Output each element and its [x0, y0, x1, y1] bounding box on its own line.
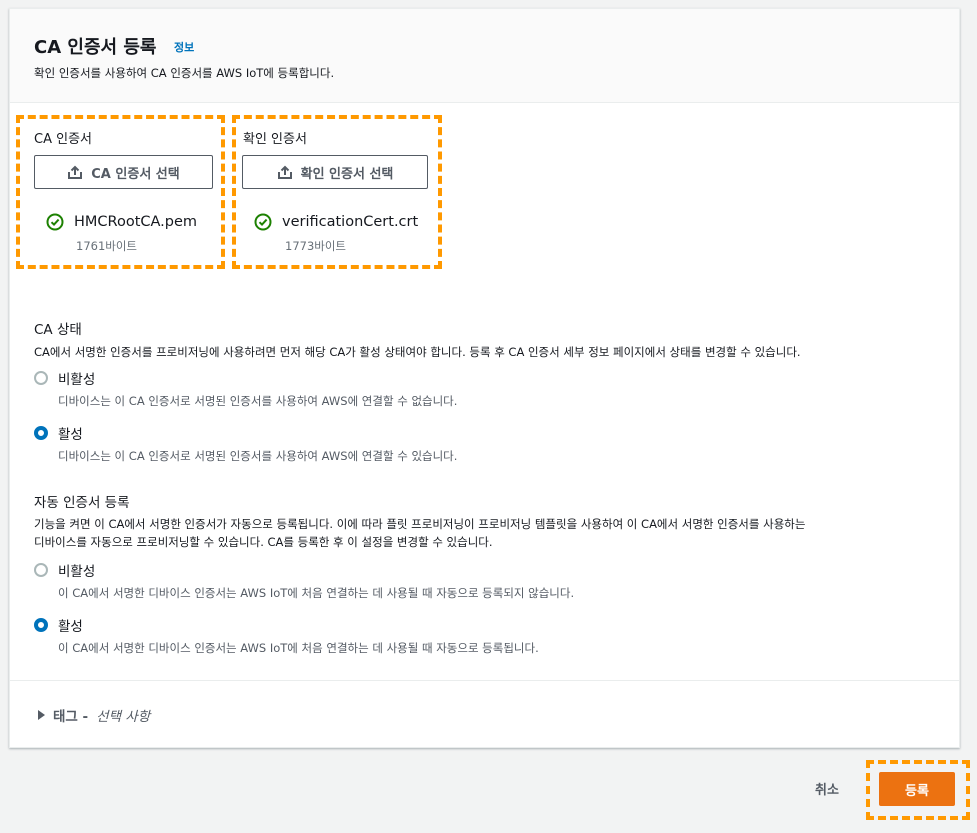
radio-label: 활성 — [58, 619, 83, 635]
radio-button[interactable] — [34, 563, 48, 577]
tags-expander[interactable]: 태그 - 선택 사항 — [38, 705, 150, 725]
card-header: CA 인증서 등록 정보 확인 인증서를 사용하여 CA 인증서를 AWS Io… — [10, 9, 959, 103]
auto-registration-active-radio[interactable]: 활성 — [34, 615, 83, 635]
auto-registration-inactive-description: 이 CA에서 서명한 디바이스 인증서는 AWS IoT에 처음 연결하는 데 … — [58, 586, 575, 600]
tags-label: 태그 - — [53, 709, 89, 725]
auto-registration-active-description: 이 CA에서 서명한 디바이스 인증서는 AWS IoT에 처음 연결하는 데 … — [58, 641, 539, 655]
ca-status-active-description: 디바이스는 이 CA 인증서로 서명된 인증서를 사용하여 AWS에 연결할 수… — [58, 449, 458, 463]
radio-button[interactable] — [34, 371, 48, 385]
ca-status-description: CA에서 서명한 인증서를 프로비저닝에 사용하려면 먼저 해당 CA가 활성 … — [34, 345, 801, 359]
auto-registration-description-line2: 디바이스를 자동으로 프로비저닝할 수 있습니다. CA를 등록한 후 이 설정… — [34, 535, 493, 549]
info-link[interactable]: 정보 — [174, 39, 194, 55]
ca-status-title: CA 상태 — [34, 322, 82, 338]
ca-certificate-highlight — [16, 115, 225, 269]
page-description: 확인 인증서를 사용하여 CA 인증서를 AWS IoT에 등록합니다. — [34, 66, 335, 80]
radio-label: 활성 — [58, 427, 83, 443]
divider — [10, 680, 959, 681]
radio-button-selected[interactable] — [34, 426, 48, 440]
ca-status-inactive-description: 디바이스는 이 CA 인증서로 서명된 인증서를 사용하여 AWS에 연결할 수… — [58, 394, 458, 408]
auto-registration-title: 자동 인증서 등록 — [34, 495, 130, 511]
register-button[interactable]: 등록 — [879, 772, 955, 806]
ca-status-inactive-radio[interactable]: 비활성 — [34, 368, 95, 388]
tags-optional: 선택 사항 — [96, 709, 151, 725]
radio-label: 비활성 — [58, 564, 96, 580]
ca-status-active-radio[interactable]: 활성 — [34, 423, 83, 443]
auto-registration-description-line1: 기능을 켜면 이 CA에서 서명한 인증서가 자동으로 등록됩니다. 이에 따라… — [34, 517, 806, 531]
verification-certificate-highlight — [232, 115, 442, 269]
radio-button-selected[interactable] — [34, 618, 48, 632]
caret-right-icon — [38, 710, 45, 720]
radio-label: 비활성 — [58, 372, 96, 388]
cancel-button[interactable]: 취소 — [815, 779, 839, 798]
page-title: CA 인증서 등록 — [34, 37, 157, 58]
auto-registration-inactive-radio[interactable]: 비활성 — [34, 560, 95, 580]
